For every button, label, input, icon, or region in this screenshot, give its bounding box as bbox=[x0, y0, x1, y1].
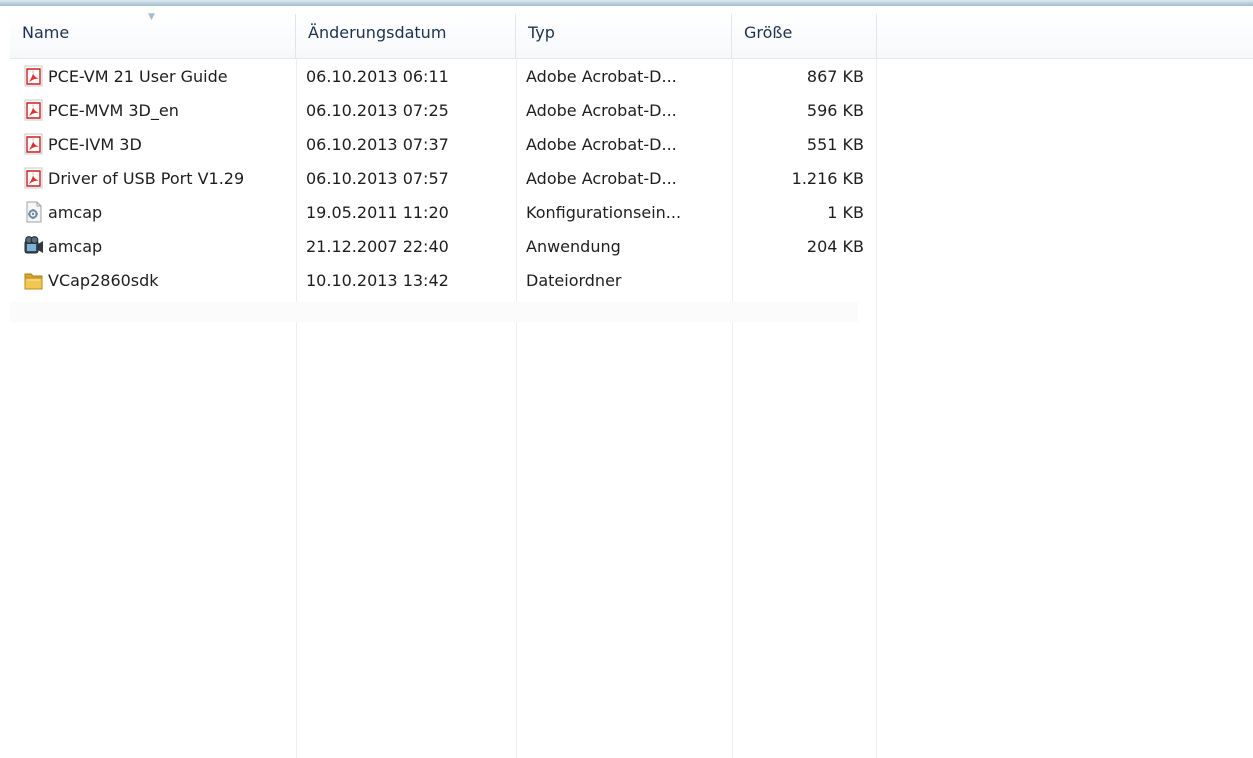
file-size: 1 KB bbox=[827, 203, 864, 222]
file-row[interactable]: PCE-VM 21 User Guide 06.10.2013 06:11 Ad… bbox=[10, 60, 870, 94]
column-header-name-label: Name bbox=[22, 23, 70, 42]
file-type: Konfigurationsein... bbox=[526, 203, 682, 222]
file-name-cell: amcap bbox=[24, 230, 294, 264]
file-type: Anwendung bbox=[526, 237, 621, 256]
file-name-cell: Driver of USB Port V1.29 bbox=[24, 162, 294, 196]
file-name-cell: PCE-VM 21 User Guide bbox=[24, 60, 294, 94]
folder-icon bbox=[24, 269, 44, 291]
file-name: amcap bbox=[48, 203, 103, 222]
file-name: PCE-MVM 3D_en bbox=[48, 101, 179, 120]
file-size: 596 KB bbox=[806, 101, 864, 120]
config-file-icon bbox=[24, 201, 44, 223]
window-top-border bbox=[0, 0, 1253, 6]
sort-indicator-icon: ▼ bbox=[148, 12, 155, 22]
file-name: VCap2860sdk bbox=[48, 271, 159, 290]
file-name-cell: PCE-IVM 3D bbox=[24, 128, 294, 162]
column-header-name[interactable]: ▼ Name bbox=[10, 12, 296, 58]
file-row[interactable]: PCE-MVM 3D_en 06.10.2013 07:25 Adobe Acr… bbox=[10, 94, 870, 128]
column-header-size-label: Größe bbox=[744, 23, 793, 42]
list-end-strip bbox=[10, 302, 858, 322]
file-size: 1.216 KB bbox=[791, 169, 864, 188]
pdf-icon bbox=[24, 99, 44, 121]
file-name-cell: PCE-MVM 3D_en bbox=[24, 94, 294, 128]
file-name-cell: VCap2860sdk bbox=[24, 264, 294, 298]
file-date: 06.10.2013 07:57 bbox=[306, 169, 449, 188]
file-date: 06.10.2013 07:37 bbox=[306, 135, 449, 154]
file-date: 06.10.2013 07:25 bbox=[306, 101, 449, 120]
file-row[interactable]: amcap 19.05.2011 11:20 Konfigurationsein… bbox=[10, 196, 870, 230]
column-header-bar: ▼ Name Änderungsdatum Typ Größe bbox=[10, 12, 1253, 59]
file-size: 551 KB bbox=[806, 135, 864, 154]
column-divider bbox=[876, 58, 877, 758]
file-row[interactable]: VCap2860sdk 10.10.2013 13:42 Dateiordner bbox=[10, 264, 870, 298]
file-size: 204 KB bbox=[806, 237, 864, 256]
file-name: Driver of USB Port V1.29 bbox=[48, 169, 245, 188]
file-row[interactable]: Driver of USB Port V1.29 06.10.2013 07:5… bbox=[10, 162, 870, 196]
file-name-cell: amcap bbox=[24, 196, 294, 230]
file-list-pane: ▼ Name Änderungsdatum Typ Größe PCE-VM 2… bbox=[0, 0, 1253, 758]
file-row[interactable]: PCE-IVM 3D 06.10.2013 07:37 Adobe Acroba… bbox=[10, 128, 870, 162]
column-header-type[interactable]: Typ bbox=[516, 14, 732, 58]
file-type: Adobe Acrobat-D... bbox=[526, 67, 677, 86]
column-header-date[interactable]: Änderungsdatum bbox=[296, 14, 516, 58]
file-name: PCE-IVM 3D bbox=[48, 135, 142, 154]
file-type: Dateiordner bbox=[526, 271, 622, 290]
file-date: 10.10.2013 13:42 bbox=[306, 271, 449, 290]
file-name: PCE-VM 21 User Guide bbox=[48, 67, 228, 86]
file-type: Adobe Acrobat-D... bbox=[526, 101, 677, 120]
pdf-icon bbox=[24, 65, 44, 87]
file-row[interactable]: amcap 21.12.2007 22:40 Anwendung 204 KB bbox=[10, 230, 870, 264]
column-header-size[interactable]: Größe bbox=[732, 14, 877, 58]
file-list: PCE-VM 21 User Guide 06.10.2013 06:11 Ad… bbox=[10, 60, 870, 298]
file-date: 21.12.2007 22:40 bbox=[306, 237, 449, 256]
file-date: 06.10.2013 06:11 bbox=[306, 67, 449, 86]
file-name: amcap bbox=[48, 237, 103, 256]
file-type: Adobe Acrobat-D... bbox=[526, 169, 677, 188]
file-date: 19.05.2011 11:20 bbox=[306, 203, 449, 222]
application-icon bbox=[24, 235, 44, 257]
column-header-type-label: Typ bbox=[528, 23, 555, 42]
pdf-icon bbox=[24, 133, 44, 155]
file-size bbox=[746, 264, 864, 298]
file-size: 867 KB bbox=[806, 67, 864, 86]
file-type: Adobe Acrobat-D... bbox=[526, 135, 677, 154]
pdf-icon bbox=[24, 167, 44, 189]
column-header-date-label: Änderungsdatum bbox=[308, 23, 447, 42]
